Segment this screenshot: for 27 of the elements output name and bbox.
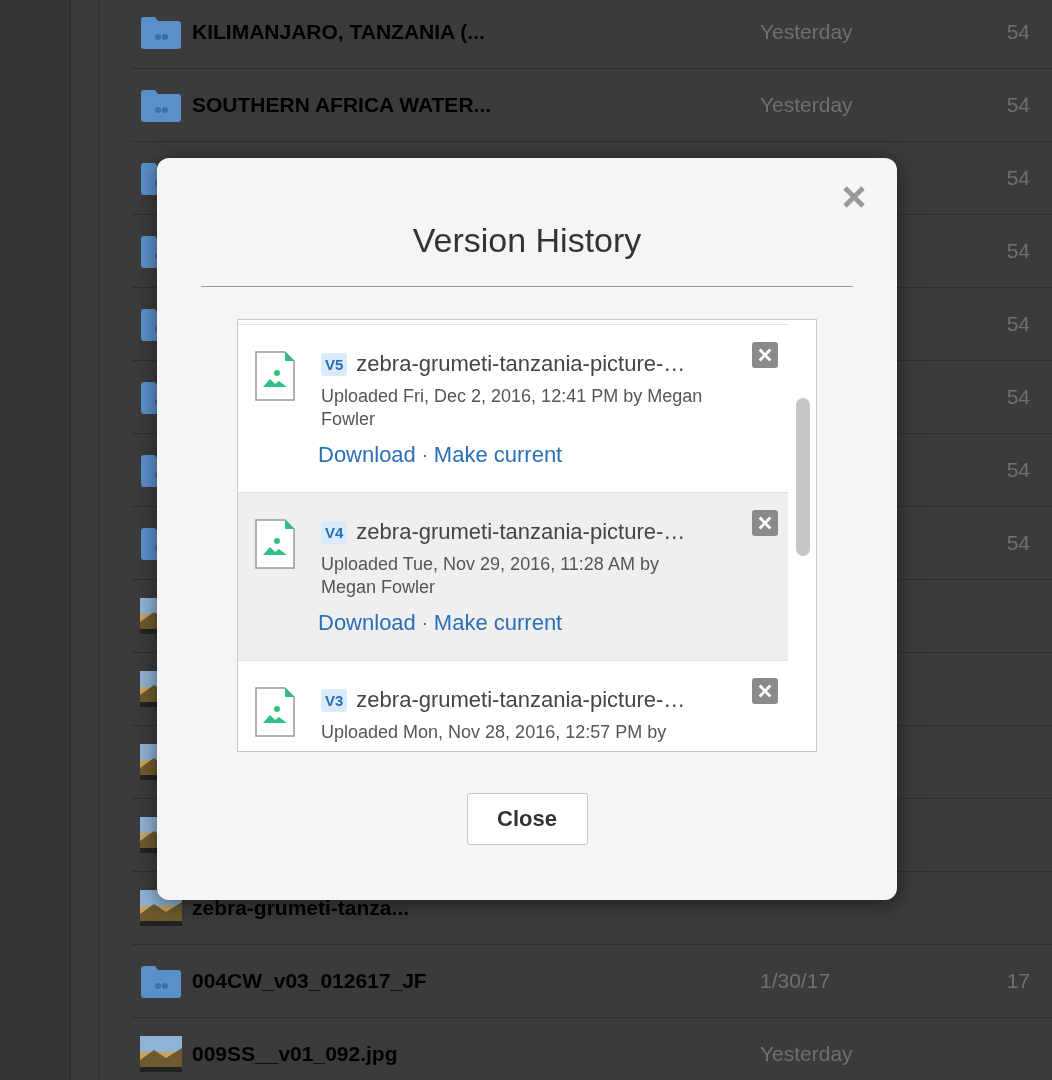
image-file-icon xyxy=(255,519,295,569)
download-link[interactable]: Download xyxy=(318,442,416,468)
delete-icon[interactable] xyxy=(752,510,778,536)
delete-icon[interactable] xyxy=(752,678,778,704)
make-current-link[interactable]: Make current xyxy=(433,610,563,636)
image-file-icon xyxy=(255,351,295,401)
version-badge: V3 xyxy=(321,688,348,712)
version-badge: V4 xyxy=(321,520,348,544)
file-name: zebra-grumeti-tanzania-picture-… xyxy=(356,351,686,377)
close-button[interactable]: Close xyxy=(466,793,588,845)
folder-icon xyxy=(140,87,182,123)
download-link[interactable]: Download xyxy=(318,610,416,636)
make-current-link[interactable]: Make current xyxy=(433,442,563,468)
separator-dot: · xyxy=(421,612,428,634)
image-file-icon xyxy=(255,687,295,737)
separator-dot: · xyxy=(421,444,428,466)
dialog-title: Version History xyxy=(412,220,642,260)
delete-icon[interactable] xyxy=(752,342,778,368)
scrollbar-thumb[interactable] xyxy=(796,398,810,556)
folder-icon xyxy=(140,963,182,999)
upload-info: Uploaded Tue, Nov 29, 2016, 11:28 AM by Megan Fowler xyxy=(321,553,660,599)
file-name: zebra-grumeti-tanzania-picture-… xyxy=(356,687,686,713)
file-name: zebra-grumeti-tanzania-picture-… xyxy=(356,519,686,545)
folder-icon xyxy=(140,14,182,50)
upload-info: Uploaded Mon, Nov 28, 2016, 12:57 PM by xyxy=(321,721,668,744)
version-badge: V5 xyxy=(321,352,348,376)
upload-info: Uploaded Fri, Dec 2, 2016, 12:41 PM by Megan Fowler xyxy=(321,385,704,431)
